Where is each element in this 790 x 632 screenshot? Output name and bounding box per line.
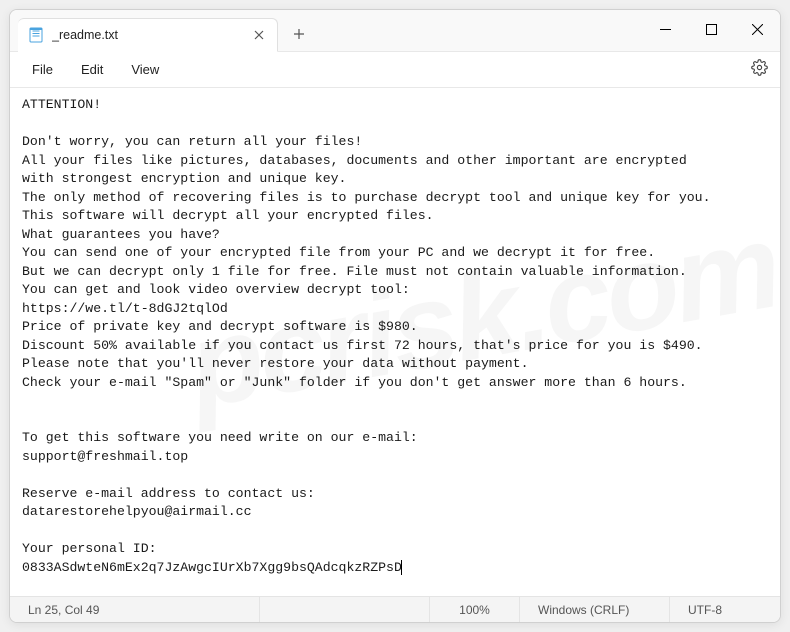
- settings-button[interactable]: [751, 59, 768, 81]
- menu-file[interactable]: File: [18, 58, 67, 81]
- maximize-button[interactable]: [688, 10, 734, 48]
- tab-title: _readme.txt: [52, 28, 251, 42]
- notepad-window: _readme.txt File Edit View ATTENTI: [9, 9, 781, 623]
- text-cursor: [401, 560, 402, 575]
- status-zoom[interactable]: 100%: [430, 597, 520, 622]
- menubar: File Edit View: [10, 52, 780, 88]
- tab-active[interactable]: _readme.txt: [18, 18, 278, 52]
- status-cursor-position[interactable]: Ln 25, Col 49: [10, 597, 260, 622]
- new-tab-button[interactable]: [284, 19, 314, 49]
- minimize-button[interactable]: [642, 10, 688, 48]
- menu-edit[interactable]: Edit: [67, 58, 117, 81]
- document-body: ATTENTION! Don't worry, you can return a…: [22, 97, 711, 575]
- text-editor-content[interactable]: ATTENTION! Don't worry, you can return a…: [10, 88, 780, 596]
- status-encoding[interactable]: UTF-8: [670, 597, 780, 622]
- window-controls: [642, 10, 780, 48]
- titlebar: _readme.txt: [10, 10, 780, 52]
- close-window-button[interactable]: [734, 10, 780, 48]
- tab-close-button[interactable]: [251, 27, 267, 43]
- notepad-icon: [28, 27, 44, 43]
- statusbar: Ln 25, Col 49 100% Windows (CRLF) UTF-8: [10, 596, 780, 622]
- status-line-ending[interactable]: Windows (CRLF): [520, 597, 670, 622]
- menu-view[interactable]: View: [117, 58, 173, 81]
